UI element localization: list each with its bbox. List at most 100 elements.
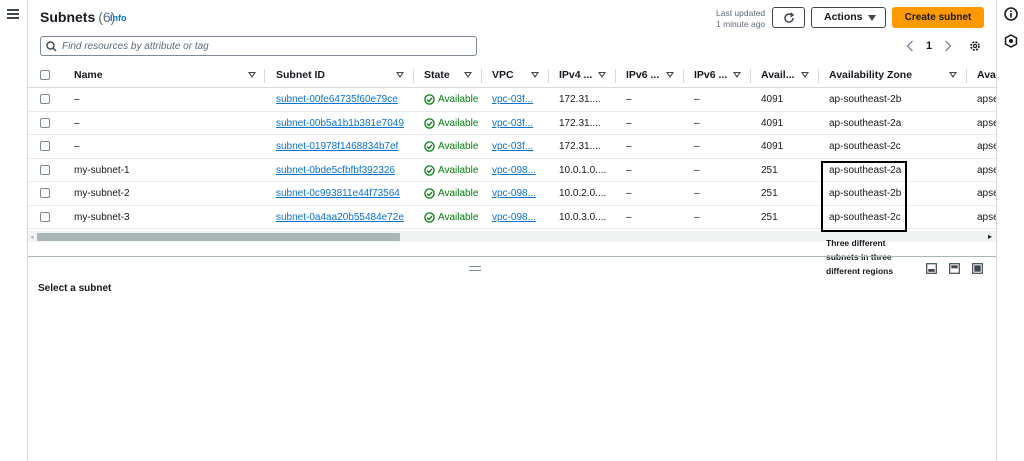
- cell-available-ips: 251: [761, 188, 778, 199]
- scroll-left-arrow-icon[interactable]: ◂: [30, 233, 34, 241]
- cell-ipv6-pool: –: [694, 164, 700, 176]
- chevron-left-icon[interactable]: [906, 40, 914, 52]
- row-checkbox[interactable]: [40, 211, 50, 222]
- cell-name: –: [74, 94, 80, 105]
- column-divider[interactable]: [818, 69, 819, 83]
- scroll-right-arrow-icon[interactable]: ▸: [988, 232, 992, 241]
- column-divider[interactable]: [683, 69, 684, 83]
- panel-bottom-icon[interactable]: [926, 263, 937, 274]
- cell-subnet-id-link[interactable]: subnet-0c993811e44f73564: [276, 188, 400, 199]
- gear-icon[interactable]: [969, 40, 981, 52]
- refresh-button[interactable]: [772, 7, 805, 28]
- cell-vpc-link[interactable]: vpc-098...: [492, 188, 536, 199]
- cell-ipv6-cidr: –: [626, 188, 632, 199]
- cell-availability-zone: ap-southeast-2c: [829, 141, 901, 152]
- search-input[interactable]: [62, 39, 462, 53]
- column-divider[interactable]: [264, 69, 265, 83]
- cell-vpc-link[interactable]: vpc-098...: [492, 212, 536, 223]
- cell-vpc-link[interactable]: vpc-03f...: [492, 141, 533, 152]
- table-row[interactable]: – subnet-00fe64735f60e79ce Available vpc…: [28, 88, 996, 112]
- cell-ipv6-pool: –: [694, 117, 700, 129]
- cell-ipv6-cidr: –: [626, 117, 632, 129]
- chevron-right-icon[interactable]: [944, 40, 952, 52]
- filter-icon[interactable]: [248, 72, 256, 78]
- annotation-line: different regions: [826, 266, 894, 276]
- column-header-ipv4-cidr[interactable]: IPv4 ...: [559, 69, 592, 81]
- filter-icon[interactable]: [396, 72, 404, 78]
- row-checkbox[interactable]: [40, 164, 50, 175]
- column-header-ipv6-pool[interactable]: IPv6 ...: [694, 69, 727, 81]
- cell-availability-zone: ap-southeast-2b: [829, 94, 902, 105]
- filter-icon[interactable]: [464, 72, 472, 78]
- filter-icon[interactable]: [949, 72, 957, 78]
- column-header-ipv6-cidr[interactable]: IPv6 ...: [626, 69, 659, 81]
- cell-ipv6-pool: –: [694, 188, 700, 199]
- column-divider[interactable]: [413, 69, 414, 83]
- success-check-icon: [424, 141, 435, 152]
- column-header-availability-zone[interactable]: Availability Zone: [829, 69, 912, 81]
- drag-handle-icon[interactable]: [469, 266, 481, 271]
- cell-ipv6-pool: –: [694, 94, 700, 105]
- cell-subnet-id-link[interactable]: subnet-00b5a1b1b381e7049: [276, 118, 404, 129]
- column-header-available-ips[interactable]: Avail...: [761, 69, 794, 81]
- cell-vpc-link[interactable]: vpc-098...: [492, 165, 536, 176]
- cell-subnet-id-link[interactable]: subnet-0bde5cfbfbf392326: [276, 165, 395, 176]
- column-divider[interactable]: [615, 69, 616, 83]
- search-field[interactable]: [40, 36, 477, 56]
- table-row[interactable]: – subnet-01978f1468834b7ef Available vpc…: [28, 135, 996, 159]
- column-divider[interactable]: [750, 69, 751, 83]
- cell-ipv6-cidr: –: [626, 141, 632, 152]
- panel-full-icon[interactable]: [972, 263, 983, 274]
- caret-down-icon: [868, 15, 876, 21]
- cell-vpc-link[interactable]: vpc-03f...: [492, 94, 533, 105]
- cell-ipv6-pool: –: [694, 211, 700, 223]
- cell-subnet-id-link[interactable]: subnet-01978f1468834b7ef: [276, 141, 398, 152]
- split-panel-divider[interactable]: [28, 256, 996, 257]
- filter-icon[interactable]: [801, 72, 809, 78]
- filter-icon[interactable]: [666, 72, 674, 78]
- create-subnet-button[interactable]: Create subnet: [892, 7, 984, 28]
- filter-icon[interactable]: [531, 72, 539, 78]
- column-header-vpc[interactable]: VPC: [492, 69, 514, 81]
- cell-ipv4-cidr: 172.31....: [559, 117, 601, 129]
- column-divider[interactable]: [966, 69, 967, 83]
- select-all-checkbox[interactable]: [40, 70, 50, 80]
- cell-state: Available: [438, 188, 479, 199]
- cell-subnet-id-link[interactable]: subnet-0a4aa20b55484e72e: [276, 212, 404, 223]
- row-checkbox[interactable]: [40, 94, 50, 104]
- menu-icon[interactable]: [7, 9, 19, 19]
- cell-ipv6-cidr: –: [626, 94, 632, 105]
- scrollbar-thumb[interactable]: [37, 233, 400, 241]
- column-header-subnet-id[interactable]: Subnet ID: [276, 69, 325, 81]
- column-header-state[interactable]: State: [424, 69, 450, 81]
- info-link[interactable]: Info: [110, 13, 127, 23]
- column-header-name[interactable]: Name: [74, 69, 103, 81]
- cell-az-id: apse: [977, 117, 996, 129]
- cell-state: Available: [438, 211, 479, 223]
- cell-vpc-link[interactable]: vpc-03f...: [492, 118, 533, 129]
- cell-az-id: apse: [977, 188, 996, 199]
- filter-icon[interactable]: [733, 72, 741, 78]
- cell-ipv6-cidr: –: [626, 211, 632, 223]
- column-header-az-id[interactable]: Avai: [977, 69, 996, 81]
- current-page-number[interactable]: 1: [926, 40, 932, 52]
- annotation-highlight-box: [821, 161, 907, 232]
- table-row[interactable]: – subnet-00b5a1b1b381e7049 Available vpc…: [28, 112, 996, 135]
- actions-button[interactable]: Actions: [811, 7, 886, 28]
- row-checkbox[interactable]: [40, 188, 50, 198]
- cell-ipv4-cidr: 10.0.1.0....: [559, 164, 607, 176]
- column-divider[interactable]: [481, 69, 482, 83]
- row-checkbox[interactable]: [40, 117, 50, 128]
- info-circle-icon[interactable]: [1004, 7, 1018, 21]
- annotation-line: subnets in three: [826, 252, 892, 262]
- cell-name: my-subnet-1: [74, 164, 130, 176]
- filter-icon[interactable]: [598, 72, 606, 78]
- cell-subnet-id-link[interactable]: subnet-00fe64735f60e79ce: [276, 94, 398, 105]
- row-checkbox[interactable]: [40, 141, 50, 151]
- feedback-icon[interactable]: [1004, 34, 1018, 48]
- panel-side-icon[interactable]: [949, 263, 960, 274]
- cell-ipv4-cidr: 10.0.2.0....: [559, 188, 607, 199]
- cell-ipv4-cidr: 172.31....: [559, 94, 601, 105]
- cell-az-id: apse: [977, 94, 996, 105]
- column-divider[interactable]: [548, 69, 549, 83]
